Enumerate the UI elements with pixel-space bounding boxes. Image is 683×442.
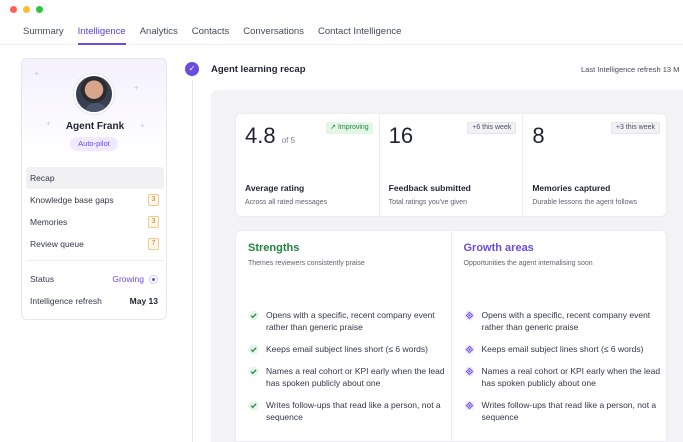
nav-item-recap[interactable]: Recap (26, 167, 164, 189)
stat-value: 16 (388, 123, 414, 148)
divider (26, 260, 164, 261)
target-icon (463, 344, 475, 355)
nav-item-label: Review queue (30, 239, 84, 249)
check-circle-icon: ✓ (185, 62, 199, 76)
stat-label: Average rating (245, 183, 305, 193)
growth-areas-title: Growth areas (463, 242, 534, 254)
profile-nav: Recap Knowledge base gaps 3 Memories 3 R… (26, 167, 164, 255)
tab-contact-intelligence[interactable]: Contact Intelligence (318, 18, 401, 44)
stat-description: Across all rated messages (245, 199, 328, 206)
list-item: Writes follow-ups that read like a perso… (248, 399, 448, 423)
timeline-line (192, 80, 193, 442)
list-item: Writes follow-ups that read like a perso… (463, 399, 664, 423)
refresh-date: May 13 (129, 296, 158, 306)
nav-item-knowledge-base-gaps[interactable]: Knowledge base gaps 3 (26, 189, 164, 211)
maximize-window-button[interactable] (36, 6, 43, 13)
status-value: Growing (112, 274, 158, 284)
close-window-button[interactable] (10, 6, 17, 13)
status-row: Status Growing (30, 274, 158, 284)
stat-value: 4.8 of 5 (245, 123, 295, 149)
list-item-text: Names a real cohort or KPI early when th… (481, 366, 661, 388)
sparkle-icon: + (34, 69, 39, 78)
strengths-section: Strengths Themes reviewers consistently … (236, 231, 452, 441)
target-icon (463, 366, 475, 377)
list-item: Names a real cohort or KPI early when th… (248, 365, 448, 389)
minimize-window-button[interactable] (23, 6, 30, 13)
stats-card: 4.8 of 5 ↗ Improving Average rating Acro… (235, 113, 667, 217)
count-badge: 3 (148, 216, 159, 228)
tab-analytics[interactable]: Analytics (140, 18, 178, 44)
stat-description: Durable lessons the agent follows (532, 199, 638, 206)
arrow-up-right-icon: ↗ (330, 124, 336, 131)
tab-contacts[interactable]: Contacts (192, 18, 230, 44)
stat-suffix: of 5 (281, 136, 296, 145)
list-item-text: Names a real cohort or KPI early when th… (266, 366, 445, 388)
tab-conversations[interactable]: Conversations (243, 18, 304, 44)
nav-item-label: Memories (30, 217, 68, 227)
trend-badge-label: Improving (337, 124, 369, 131)
list-item: Keeps email subject lines short (≤ 6 wor… (248, 343, 448, 355)
check-icon (248, 366, 259, 377)
strengths-subtitle: Themes reviewers consistently praise (248, 260, 365, 267)
check-icon (248, 400, 259, 411)
list-item: Opens with a specific, recent company ev… (463, 309, 664, 333)
status-text: Growing (112, 274, 144, 284)
growth-areas-list: Opens with a specific, recent company ev… (463, 309, 664, 433)
tab-bar: Summary Intelligence Analytics Contacts … (0, 18, 683, 45)
trend-badge: ↗ Improving (326, 122, 373, 134)
growth-areas-section: Growth areas Opportunities the agent int… (452, 231, 667, 441)
tab-summary[interactable]: Summary (23, 18, 64, 44)
stat-average-rating: 4.8 of 5 ↗ Improving Average rating Acro… (236, 114, 380, 216)
nav-item-label: Knowledge base gaps (30, 195, 114, 205)
list-item-text: Keeps email subject lines short (≤ 6 wor… (266, 344, 428, 354)
themes-card: Strengths Themes reviewers consistently … (235, 230, 667, 442)
refresh-row: Intelligence refresh May 13 (30, 296, 158, 306)
tab-intelligence[interactable]: Intelligence (77, 18, 126, 45)
strengths-list: Opens with a specific, recent company ev… (248, 309, 448, 433)
weekly-change-badge: +3 this week (610, 122, 661, 134)
nav-item-memories[interactable]: Memories 3 (26, 211, 164, 233)
agent-profile-card: + + + + Agent Frank Auto-pilot Recap Kno… (21, 58, 167, 320)
status-dot-icon (149, 274, 158, 284)
window-controls (10, 6, 43, 13)
weekly-change-badge: +6 this week (467, 122, 517, 134)
recap-title: Agent learning recap (211, 64, 306, 75)
agent-name: Agent Frank (65, 121, 125, 132)
list-item-text: Writes follow-ups that read like a perso… (481, 400, 657, 422)
last-refresh-text: Last Intelligence refresh 13 M (581, 65, 680, 74)
count-badge: 3 (148, 194, 159, 206)
sparkle-icon: + (134, 83, 139, 92)
list-item-text: Keeps email subject lines short (≤ 6 wor… (481, 344, 644, 354)
list-item-text: Writes follow-ups that read like a perso… (266, 400, 441, 422)
strengths-title: Strengths (248, 242, 300, 254)
stat-memories-captured: 8 +3 this week Memories captured Durable… (523, 114, 666, 216)
status-label: Status (30, 274, 55, 284)
list-item: Names a real cohort or KPI early when th… (463, 365, 664, 389)
growth-areas-subtitle: Opportunities the agent internalising so… (463, 260, 593, 267)
stat-label: Memories captured (532, 183, 611, 193)
target-icon (463, 400, 475, 411)
stat-value: 8 (532, 123, 545, 148)
target-icon (463, 310, 475, 321)
check-icon (248, 310, 259, 321)
app-window: Summary Intelligence Analytics Contacts … (0, 0, 683, 442)
autopilot-badge: Auto-pilot (70, 137, 118, 151)
list-item-text: Opens with a specific, recent company ev… (266, 310, 435, 332)
check-icon (248, 344, 259, 355)
list-item-text: Opens with a specific, recent company ev… (481, 310, 651, 332)
stat-feedback-submitted: 16 +6 this week Feedback submitted Total… (380, 114, 524, 216)
refresh-label: Intelligence refresh (30, 296, 102, 306)
stat-description: Total ratings you've given (388, 199, 468, 206)
nav-item-label: Recap (30, 173, 55, 183)
agent-avatar (74, 74, 114, 114)
list-item: Keeps email subject lines short (≤ 6 wor… (463, 343, 664, 355)
list-item: Opens with a specific, recent company ev… (248, 309, 448, 333)
count-badge: 7 (148, 238, 159, 250)
stat-number: 4.8 (245, 123, 276, 148)
stat-label: Feedback submitted (388, 183, 471, 193)
nav-item-review-queue[interactable]: Review queue 7 (26, 233, 164, 255)
